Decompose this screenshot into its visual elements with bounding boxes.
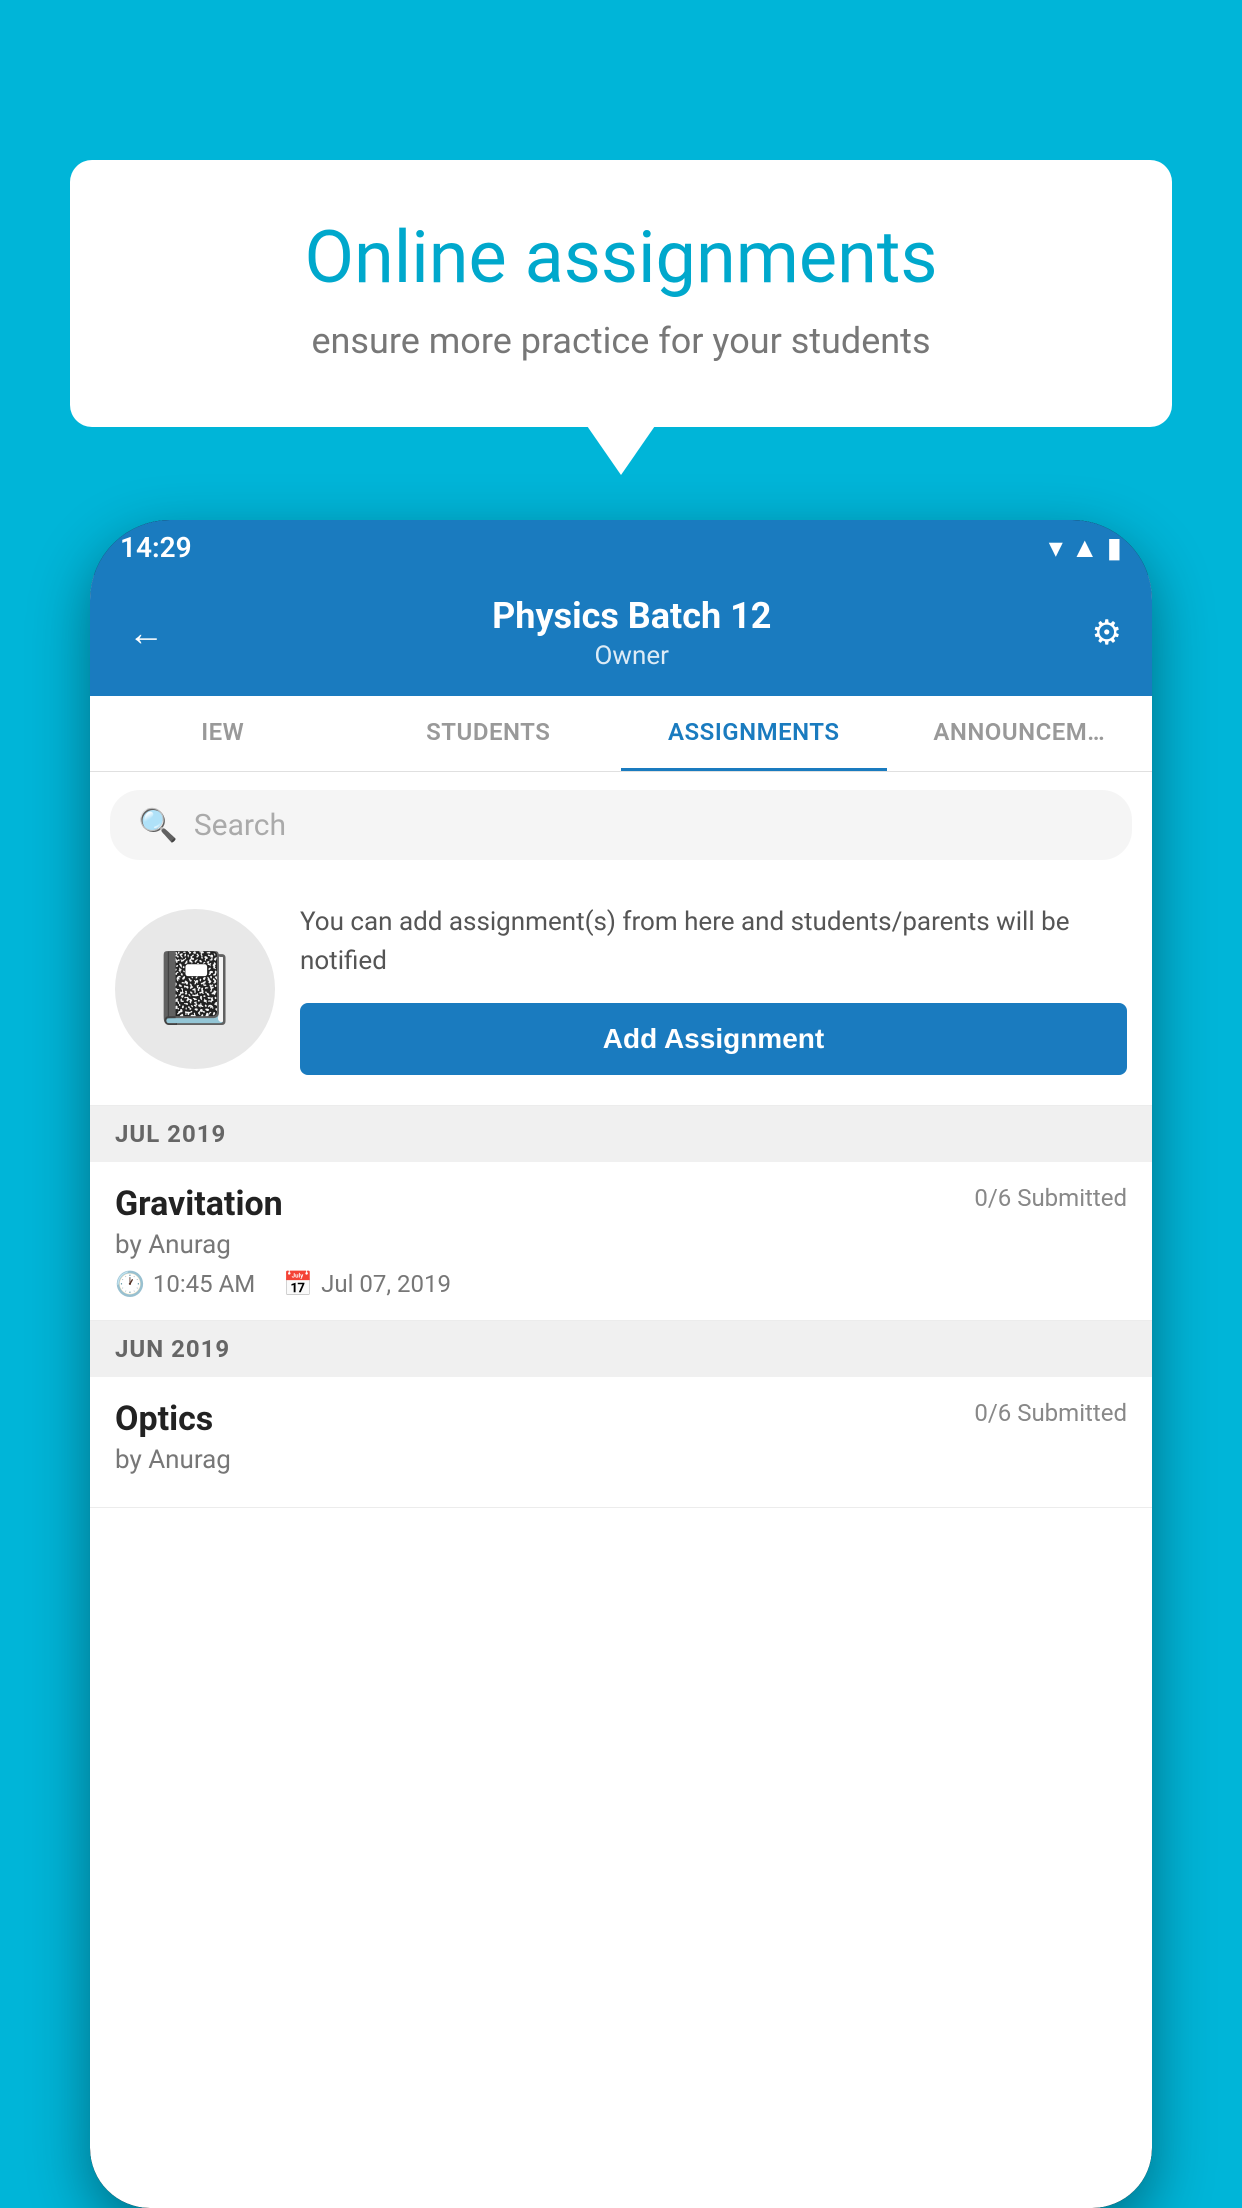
- section-header-jul: JUL 2019: [90, 1106, 1152, 1162]
- signal-icon: ▲: [1071, 531, 1099, 564]
- back-button[interactable]: ←: [120, 604, 172, 662]
- assignment-title-optics: Optics: [115, 1399, 213, 1439]
- header-title: Physics Batch 12: [492, 595, 771, 637]
- status-icons: ▾ ▲ ▮: [1049, 531, 1122, 564]
- app-header: ← Physics Batch 12 Owner ⚙: [90, 575, 1152, 696]
- assignment-item-gravitation[interactable]: Gravitation 0/6 Submitted by Anurag 🕐 10…: [90, 1162, 1152, 1321]
- clock-icon: 🕐: [115, 1270, 145, 1298]
- notebook-icon: 📓: [151, 948, 238, 1030]
- promo-description: You can add assignment(s) from here and …: [300, 903, 1127, 981]
- assignment-submitted-gravitation: 0/6 Submitted: [974, 1184, 1127, 1212]
- assignment-time-gravitation: 🕐 10:45 AM: [115, 1270, 255, 1298]
- search-bar: 🔍 Search: [90, 772, 1152, 878]
- status-time: 14:29: [120, 531, 192, 564]
- search-placeholder: Search: [194, 808, 286, 843]
- phone-device: 14:29 ▾ ▲ ▮ ← Physics Batch 12 Owner ⚙: [90, 520, 1152, 2208]
- header-subtitle: Owner: [492, 641, 771, 671]
- tab-students[interactable]: STUDENTS: [356, 696, 622, 771]
- search-input-wrap[interactable]: 🔍 Search: [110, 790, 1132, 860]
- add-assignment-button[interactable]: Add Assignment: [300, 1003, 1127, 1075]
- assignment-illustration: 📓: [115, 909, 275, 1069]
- wifi-icon: ▾: [1049, 531, 1063, 564]
- tab-announcements[interactable]: ANNOUNCEM…: [887, 696, 1153, 771]
- screen-content: ← Physics Batch 12 Owner ⚙ IEW STUDENTS …: [90, 575, 1152, 2208]
- assignment-row1-optics: Optics 0/6 Submitted: [115, 1399, 1127, 1439]
- settings-icon[interactable]: ⚙: [1092, 613, 1122, 653]
- tab-iew[interactable]: IEW: [90, 696, 356, 771]
- search-icon: 🔍: [138, 806, 178, 844]
- phone-inner: 14:29 ▾ ▲ ▮ ← Physics Batch 12 Owner ⚙: [90, 520, 1152, 2208]
- promo-block: 📓 You can add assignment(s) from here an…: [90, 878, 1152, 1106]
- info-card: Online assignments ensure more practice …: [70, 160, 1172, 427]
- status-bar: 14:29 ▾ ▲ ▮: [90, 520, 1152, 575]
- calendar-icon: 📅: [283, 1270, 313, 1298]
- assignment-submitted-optics: 0/6 Submitted: [974, 1399, 1127, 1427]
- info-card-subtitle: ensure more practice for your students: [130, 320, 1112, 362]
- assignment-author-optics: by Anurag: [115, 1445, 1127, 1475]
- info-card-title: Online assignments: [130, 215, 1112, 300]
- section-header-jun: JUN 2019: [90, 1321, 1152, 1377]
- assignment-author-gravitation: by Anurag: [115, 1230, 1127, 1260]
- assignment-item-optics[interactable]: Optics 0/6 Submitted by Anurag: [90, 1377, 1152, 1508]
- assignment-row1: Gravitation 0/6 Submitted: [115, 1184, 1127, 1224]
- assignment-meta-gravitation: 🕐 10:45 AM 📅 Jul 07, 2019: [115, 1270, 1127, 1298]
- assignment-title-gravitation: Gravitation: [115, 1184, 283, 1224]
- tab-assignments[interactable]: ASSIGNMENTS: [621, 696, 887, 771]
- assignment-date-gravitation: 📅 Jul 07, 2019: [283, 1270, 451, 1298]
- promo-right: You can add assignment(s) from here and …: [300, 903, 1127, 1075]
- tabs-bar: IEW STUDENTS ASSIGNMENTS ANNOUNCEM…: [90, 696, 1152, 772]
- header-title-block: Physics Batch 12 Owner: [492, 595, 771, 671]
- battery-icon: ▮: [1107, 531, 1122, 564]
